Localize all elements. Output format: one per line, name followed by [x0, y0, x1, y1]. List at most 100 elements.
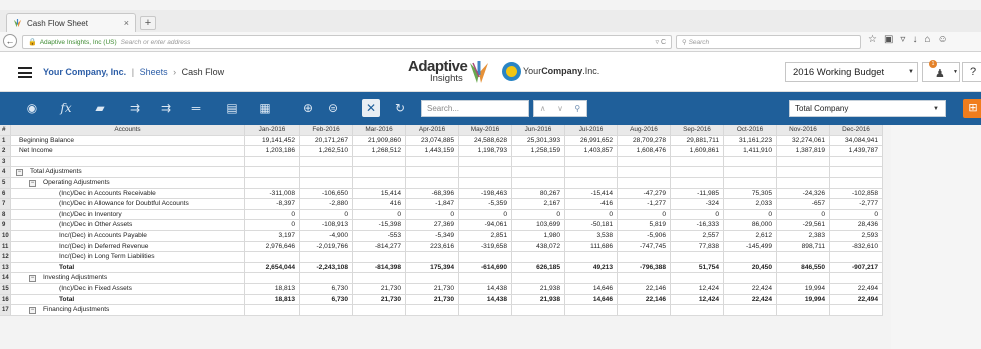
value-cell[interactable]: 19,994: [777, 284, 830, 295]
save-icon[interactable]: ▰: [92, 101, 108, 115]
value-cell[interactable]: -24,326: [777, 188, 830, 200]
value-cell[interactable]: 22,494: [830, 294, 883, 306]
value-cell[interactable]: 21,730: [406, 294, 459, 306]
value-cell[interactable]: [777, 178, 830, 189]
month-column-header[interactable]: Mar-2016: [353, 125, 406, 136]
value-cell[interactable]: 1,258,159: [512, 146, 565, 157]
value-cell[interactable]: 0: [245, 209, 300, 221]
account-cell[interactable]: − Operating Adjustments: [11, 178, 245, 189]
value-cell[interactable]: 25,301,393: [512, 135, 565, 147]
value-cell[interactable]: [353, 167, 406, 178]
value-cell[interactable]: 0: [353, 209, 406, 221]
value-cell[interactable]: 21,730: [353, 284, 406, 295]
value-cell[interactable]: [300, 167, 353, 178]
value-cell[interactable]: 2,851: [459, 231, 512, 242]
value-cell[interactable]: -814,277: [353, 241, 406, 253]
value-cell[interactable]: -747,745: [618, 241, 671, 253]
value-cell[interactable]: -29,561: [777, 220, 830, 231]
month-column-header[interactable]: Jun-2016: [512, 125, 565, 136]
value-cell[interactable]: -311,008: [245, 188, 300, 200]
value-cell[interactable]: 20,171,267: [300, 135, 353, 147]
value-cell[interactable]: [300, 178, 353, 189]
value-cell[interactable]: 51,754: [671, 262, 724, 274]
value-cell[interactable]: [618, 252, 671, 263]
value-cell[interactable]: [777, 273, 830, 284]
value-cell[interactable]: [830, 178, 883, 189]
value-cell[interactable]: 2,167: [512, 199, 565, 210]
reload-icon[interactable]: ▿ C: [655, 38, 666, 46]
new-tab-button[interactable]: +: [140, 16, 156, 30]
value-cell[interactable]: 22,424: [724, 294, 777, 306]
back-arrow-icon[interactable]: ←: [3, 34, 17, 48]
value-cell[interactable]: [565, 167, 618, 178]
value-cell[interactable]: 15,414: [353, 188, 406, 200]
value-cell[interactable]: [406, 178, 459, 189]
value-cell[interactable]: [830, 156, 883, 168]
accounts-column-header[interactable]: Accounts: [11, 125, 245, 136]
value-cell[interactable]: [353, 273, 406, 284]
value-cell[interactable]: [830, 305, 883, 316]
value-cell[interactable]: [777, 156, 830, 168]
value-cell[interactable]: [512, 178, 565, 189]
insert-column-icon[interactable]: ⇉: [158, 101, 174, 115]
value-cell[interactable]: 80,267: [512, 188, 565, 200]
value-cell[interactable]: 2,976,646: [245, 241, 300, 253]
account-cell[interactable]: Inc/(Dec) in Long Term Liabilities: [11, 252, 245, 263]
value-cell[interactable]: 2,593: [830, 231, 883, 242]
value-cell[interactable]: -108,913: [300, 220, 353, 231]
menu-icon[interactable]: ☺: [938, 34, 948, 45]
value-cell[interactable]: 6,730: [300, 284, 353, 295]
value-cell[interactable]: [830, 273, 883, 284]
user-menu-button[interactable]: 1 ♟ ▼: [922, 60, 960, 82]
value-cell[interactable]: 32,274,061: [777, 135, 830, 147]
value-cell[interactable]: [565, 305, 618, 316]
account-cell[interactable]: Inc/(Dec) in Deferred Revenue: [11, 241, 245, 253]
value-cell[interactable]: 31,161,223: [724, 135, 777, 147]
value-cell[interactable]: 103,699: [512, 220, 565, 231]
account-cell[interactable]: Beginning Balance: [11, 135, 245, 147]
value-cell[interactable]: [724, 273, 777, 284]
value-cell[interactable]: 49,213: [565, 262, 618, 274]
collapse-toggle-icon[interactable]: −: [16, 168, 23, 176]
value-cell[interactable]: 0: [618, 209, 671, 221]
month-column-header[interactable]: Aug-2016: [618, 125, 671, 136]
value-cell[interactable]: [512, 156, 565, 168]
value-cell[interactable]: 1,268,512: [353, 146, 406, 157]
value-cell[interactable]: 5,819: [618, 220, 671, 231]
month-column-header[interactable]: Oct-2016: [724, 125, 777, 136]
paste-icon[interactable]: ▤: [224, 101, 240, 115]
value-cell[interactable]: -1,847: [406, 199, 459, 210]
account-cell[interactable]: (Inc)/Dec in Inventory: [11, 209, 245, 221]
version-select[interactable]: 2016 Working Budget: [785, 62, 918, 82]
value-cell[interactable]: [300, 305, 353, 316]
value-cell[interactable]: [671, 178, 724, 189]
value-cell[interactable]: 86,000: [724, 220, 777, 231]
value-cell[interactable]: 1,262,510: [300, 146, 353, 157]
value-cell[interactable]: 0: [300, 209, 353, 221]
value-cell[interactable]: 898,711: [777, 241, 830, 253]
value-cell[interactable]: 0: [245, 220, 300, 231]
value-cell[interactable]: [671, 156, 724, 168]
value-cell[interactable]: [512, 167, 565, 178]
value-cell[interactable]: [618, 273, 671, 284]
value-cell[interactable]: [459, 156, 512, 168]
value-cell[interactable]: [565, 156, 618, 168]
value-cell[interactable]: [618, 156, 671, 168]
month-column-header[interactable]: Sep-2016: [671, 125, 724, 136]
value-cell[interactable]: -657: [777, 199, 830, 210]
month-column-header[interactable]: Jul-2016: [565, 125, 618, 136]
value-cell[interactable]: 14,438: [459, 294, 512, 306]
value-cell[interactable]: -2,019,766: [300, 241, 353, 253]
value-cell[interactable]: 21,730: [406, 284, 459, 295]
value-cell[interactable]: [618, 167, 671, 178]
value-cell[interactable]: 28,709,278: [618, 135, 671, 147]
value-cell[interactable]: 0: [724, 209, 777, 221]
value-cell[interactable]: 3,197: [245, 231, 300, 242]
value-cell[interactable]: [245, 273, 300, 284]
value-cell[interactable]: 22,146: [618, 294, 671, 306]
value-cell[interactable]: [777, 305, 830, 316]
breadcrumb-company[interactable]: Your Company, Inc.: [43, 67, 126, 77]
value-cell[interactable]: [353, 156, 406, 168]
clipboard-icon[interactable]: ▣: [884, 34, 893, 45]
search-icon[interactable]: ⚲: [574, 104, 580, 113]
